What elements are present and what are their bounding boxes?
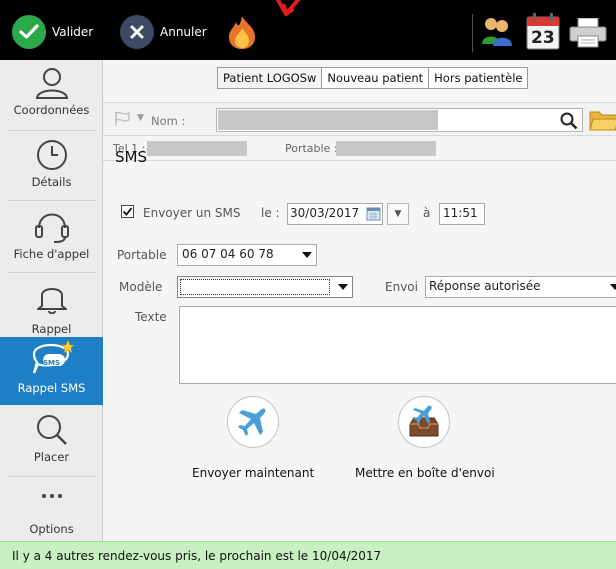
toolbar: Valider Annuler 23 bbox=[0, 0, 616, 60]
patient-name-row: ▼ Nom : bbox=[103, 102, 616, 136]
sidebar-item-options[interactable]: Options bbox=[0, 480, 103, 540]
valider-label: Valider bbox=[52, 25, 94, 39]
nom-search-field[interactable] bbox=[216, 108, 583, 132]
airplane-icon bbox=[238, 408, 266, 436]
annuler-button[interactable]: Annuler bbox=[120, 14, 207, 50]
time-field[interactable]: 11:51 bbox=[439, 203, 485, 225]
check-icon bbox=[12, 15, 46, 49]
sidebar-item-label: Coordonnées bbox=[13, 103, 90, 117]
sidebar-divider bbox=[8, 200, 96, 201]
sms-badge-text: SMS bbox=[43, 359, 61, 367]
section-title: SMS bbox=[115, 148, 147, 166]
status-bar: Il y a 4 autres rendez-vous pris, le pro… bbox=[0, 541, 616, 569]
more-icon bbox=[41, 494, 62, 498]
sidebar-item-rappel[interactable]: Rappel bbox=[0, 274, 103, 336]
person-icon bbox=[35, 68, 68, 99]
fire-icon[interactable] bbox=[224, 14, 260, 50]
app-window: Valider Annuler 23 Coordonnées Détails F… bbox=[0, 0, 616, 569]
sidebar-divider bbox=[8, 130, 96, 131]
sidebar-divider bbox=[8, 272, 96, 273]
portable-value: 06 07 04 60 78 bbox=[182, 247, 274, 261]
envoi-value: Réponse autorisée bbox=[429, 279, 541, 293]
portable-select[interactable]: 06 07 04 60 78 bbox=[177, 244, 317, 266]
send-now-button[interactable] bbox=[227, 396, 279, 448]
sidebar-item-label: Placer bbox=[33, 450, 70, 464]
time-label: à bbox=[423, 206, 431, 220]
patient-phone-row: Tel 1 : 04 Portable : 06 bbox=[103, 137, 616, 161]
sidebar-item-label: Détails bbox=[31, 175, 72, 189]
redacted-name bbox=[218, 110, 438, 130]
date-dropdown-button[interactable]: ▼ bbox=[387, 203, 409, 225]
annuler-label: Annuler bbox=[160, 25, 207, 39]
sidebar-item-rappel-sms[interactable]: SMS Rappel SMS bbox=[0, 337, 103, 405]
bell-icon bbox=[36, 288, 67, 314]
modele-value bbox=[180, 279, 330, 295]
patient-tabs: Patient LOGOSw Nouveau patient Hors pati… bbox=[217, 67, 529, 91]
search-icon[interactable] bbox=[560, 112, 578, 130]
printer-icon[interactable] bbox=[568, 17, 608, 48]
sidebar-item-details[interactable]: Détails bbox=[0, 132, 103, 200]
outbox-label: Mettre en boîte d'envoi bbox=[355, 466, 495, 480]
chevron-down-icon bbox=[338, 284, 348, 290]
magnifier-icon bbox=[36, 415, 67, 445]
message-textarea[interactable] bbox=[179, 306, 616, 384]
chevron-down-icon[interactable]: ▼ bbox=[137, 113, 144, 123]
envoyer-sms-label: Envoyer un SMS bbox=[143, 206, 241, 220]
modele-label: Modèle bbox=[119, 280, 163, 294]
calendar-day: 23 bbox=[531, 28, 555, 48]
sidebar-divider bbox=[8, 476, 96, 477]
envoi-label: Envoi bbox=[385, 280, 418, 294]
outbox-icon bbox=[409, 405, 439, 437]
calendar-small-icon[interactable] bbox=[366, 206, 381, 221]
tab-nouveau-patient[interactable]: Nouveau patient bbox=[321, 67, 430, 89]
sidebar-item-fiche-appel[interactable]: Fiche d'appel bbox=[0, 202, 103, 272]
cancel-icon bbox=[120, 15, 154, 49]
sidebar-item-label: Fiche d'appel bbox=[13, 247, 90, 261]
sidebar-item-label: Rappel SMS bbox=[17, 381, 86, 395]
clock-icon bbox=[36, 140, 67, 170]
redacted-mobile bbox=[336, 141, 436, 156]
sidebar-item-label: Options bbox=[29, 522, 74, 536]
date-label: le : bbox=[261, 206, 280, 220]
headset-icon bbox=[34, 213, 69, 243]
tab-patient-logosw[interactable]: Patient LOGOSw bbox=[217, 67, 323, 89]
users-icon[interactable] bbox=[480, 14, 514, 48]
sidebar: Coordonnées Détails Fiche d'appel Rappel… bbox=[0, 60, 103, 541]
portable-label: Portable bbox=[117, 248, 167, 262]
tab-hors-patientele[interactable]: Hors patientèle bbox=[428, 67, 529, 89]
valider-button[interactable]: Valider bbox=[12, 14, 93, 50]
sidebar-item-placer[interactable]: Placer bbox=[0, 407, 103, 475]
outbox-button[interactable] bbox=[398, 396, 450, 448]
modele-select[interactable] bbox=[177, 276, 353, 298]
arrow-annotation-icon bbox=[270, 0, 306, 22]
folder-icon[interactable] bbox=[589, 108, 616, 132]
send-now-label: Envoyer maintenant bbox=[192, 466, 315, 480]
envoyer-sms-checkbox[interactable] bbox=[121, 205, 134, 218]
sidebar-item-label: Rappel bbox=[31, 322, 72, 336]
toolbar-separator bbox=[472, 14, 473, 52]
sidebar-item-coordonnees[interactable]: Coordonnées bbox=[0, 60, 103, 130]
chevron-down-icon bbox=[302, 252, 312, 258]
main-panel: Patient LOGOSw Nouveau patient Hors pati… bbox=[103, 60, 616, 541]
calendar-icon[interactable]: 23 bbox=[526, 12, 560, 50]
redacted-phone bbox=[147, 141, 247, 156]
chevron-down-icon bbox=[610, 284, 616, 290]
flag-icon[interactable] bbox=[113, 111, 131, 127]
envoi-select[interactable]: Réponse autorisée bbox=[425, 276, 616, 298]
nom-label: Nom : bbox=[151, 114, 186, 128]
status-text: Il y a 4 autres rendez-vous pris, le pro… bbox=[12, 549, 382, 563]
texte-label: Texte bbox=[135, 310, 167, 324]
